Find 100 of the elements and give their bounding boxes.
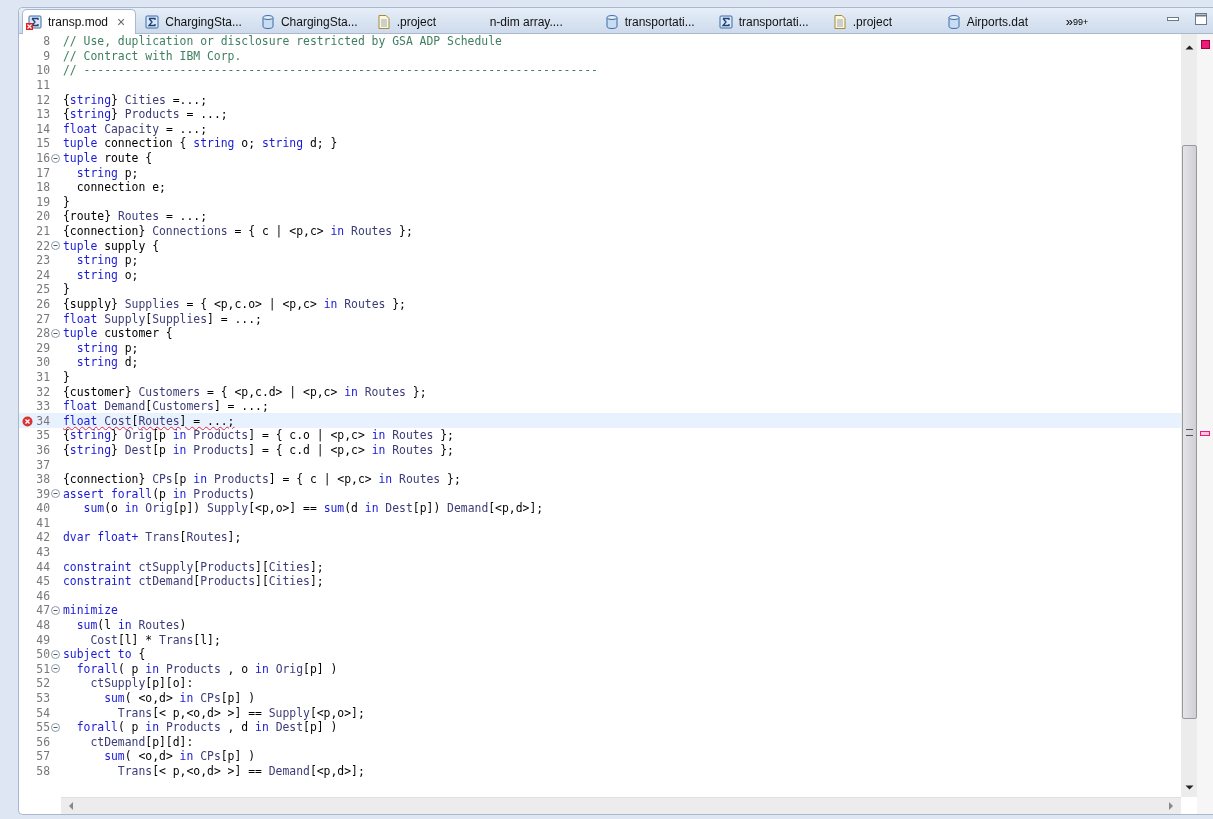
line-number: 36 [36, 442, 50, 457]
editor-tab[interactable]: ChargingSta... [140, 10, 252, 33]
code-line: {route} Routes = ...; [63, 209, 208, 224]
code-line: subject to { [63, 647, 146, 662]
editor-tab[interactable]: Airports.dat [941, 10, 1052, 33]
line-number: 58 [36, 764, 50, 778]
document-icon [831, 13, 848, 30]
line-number: 13 [36, 107, 50, 122]
database-icon [603, 13, 620, 30]
line-number: 38 [36, 472, 50, 487]
line-number: 18 [36, 180, 50, 195]
error-marker[interactable] [1200, 431, 1210, 436]
code-line: assert forall(p in Products) [63, 486, 256, 501]
code-line: string p; [75, 165, 139, 180]
line-number: 27 [36, 311, 50, 326]
code-line: connection e; [75, 180, 166, 195]
code-line: tuple supply { [63, 238, 160, 253]
code-line: ctSupply[p][o]: [89, 676, 194, 691]
line-number: 45 [36, 574, 50, 589]
scroll-left-icon[interactable] [67, 801, 75, 811]
code-line: float Supply[Supplies] = ...; [63, 311, 262, 326]
scroll-right-icon[interactable] [1167, 801, 1175, 811]
code-line: sum( <o,d> in CPs[p] ) [103, 691, 256, 705]
collapse-icon[interactable] [51, 241, 60, 251]
line-number: 24 [36, 267, 50, 282]
line-number: 32 [36, 384, 50, 399]
code-line: sum(o in Orig[p]) Supply[<p,o>] == sum(d in Dest[p]) Demand[<p,d>]; [82, 501, 544, 516]
database-icon [945, 13, 962, 30]
code-line: sum(l in Routes) [75, 618, 187, 633]
collapse-icon[interactable] [51, 664, 60, 674]
line-number: 51 [36, 661, 50, 676]
line-number: 46 [36, 588, 50, 603]
line-number: 48 [36, 618, 50, 633]
code-line: tuple connection { string o; string d; } [63, 136, 338, 151]
code-line: } [63, 194, 70, 209]
line-number: 28 [36, 326, 50, 341]
code-line: {customer} Customers = { <p,c.d> | <p,c> in Routes }; [63, 384, 427, 399]
scroll-down-icon[interactable] [1184, 785, 1194, 791]
code-line: minimize [63, 603, 118, 618]
code-line: tuple route { [63, 151, 153, 166]
code-line: dvar float+ Trans[Routes]; [63, 530, 242, 545]
code-line: {connection} Connections = { c | <p,c> in Routes }; [63, 224, 413, 238]
line-number: 57 [36, 749, 50, 764]
line-number: 41 [36, 515, 50, 530]
editor-tab[interactable]: transportati... [599, 10, 710, 33]
code-line: float Capacity = ...; [63, 121, 208, 136]
line-number: 50 [36, 647, 50, 662]
code-line: Cost[l] * Trans[l]; [89, 632, 221, 647]
database-icon [259, 13, 276, 30]
line-number: 22 [36, 238, 50, 253]
code-line: // --------------------------------------------------------------------------- [63, 63, 598, 78]
collapse-icon[interactable] [51, 153, 60, 163]
maximize-icon[interactable] [1194, 13, 1208, 25]
line-number: 37 [36, 457, 50, 472]
editor-tab[interactable]: n-dim array.... [485, 10, 596, 33]
code-line: tuple customer { [63, 326, 173, 341]
code-line: string o; [75, 267, 139, 282]
line-number: 20 [36, 209, 50, 224]
editor-tab[interactable]: transp.mod × [22, 9, 137, 34]
code-line: } [63, 282, 70, 297]
line-number: 21 [36, 224, 50, 238]
code-line: forall( p in Products , o in Orig[p] ) [75, 661, 338, 676]
line-number: 53 [36, 691, 50, 705]
vertical-scrollbar[interactable] [1181, 34, 1197, 797]
collapse-icon[interactable] [51, 489, 60, 499]
line-number: 42 [36, 530, 50, 545]
code-line: Trans[< p,<o,d> >] == Demand[<p,d>]; [116, 764, 365, 778]
code-line: string p; [75, 253, 139, 268]
line-number: 14 [36, 121, 50, 136]
horizontal-scrollbar[interactable] [61, 797, 1181, 814]
line-number: 17 [36, 165, 50, 180]
line-number: 40 [36, 501, 50, 516]
line-number: 12 [36, 92, 50, 107]
collapse-icon[interactable] [51, 328, 60, 338]
collapse-icon[interactable] [51, 722, 60, 732]
scroll-up-icon[interactable] [1184, 44, 1194, 50]
line-number: 34 [36, 413, 50, 428]
editor-tab[interactable]: .project [827, 10, 938, 33]
line-number: 52 [36, 676, 50, 691]
code-line: constraint ctDemand[Products][Cities]; [63, 574, 324, 589]
code-line: Trans[< p,<o,d> >] == Supply[<p,o>]; [116, 705, 365, 720]
collapse-icon[interactable] [51, 649, 60, 659]
code-line: {string} Dest[p in Products] = { c.d | <p,c> in Routes }; [63, 442, 454, 457]
code-line: // Use, duplication or disclosure restricted by GSA ADP Schedule [63, 34, 502, 49]
line-number: 49 [36, 632, 50, 647]
line-number: 26 [36, 297, 50, 311]
line-number: 15 [36, 136, 50, 151]
line-number: 33 [36, 399, 50, 414]
line-number: 29 [36, 340, 50, 355]
collapse-icon[interactable] [51, 605, 60, 615]
line-number: 43 [36, 545, 50, 560]
close-button[interactable]: × [117, 14, 126, 30]
editor-tab[interactable]: transportati... [713, 10, 824, 33]
editor-tab[interactable]: ChargingSta... [255, 10, 368, 33]
error-summary-icon[interactable] [1200, 40, 1210, 49]
code-line: } [63, 369, 70, 384]
line-number: 31 [36, 369, 50, 384]
editor-tab[interactable]: .project [371, 10, 482, 33]
code-line: {connection} CPs[p in Products] = { c | <p,c> in Routes }; [63, 472, 461, 487]
code-line: string p; [75, 340, 139, 355]
